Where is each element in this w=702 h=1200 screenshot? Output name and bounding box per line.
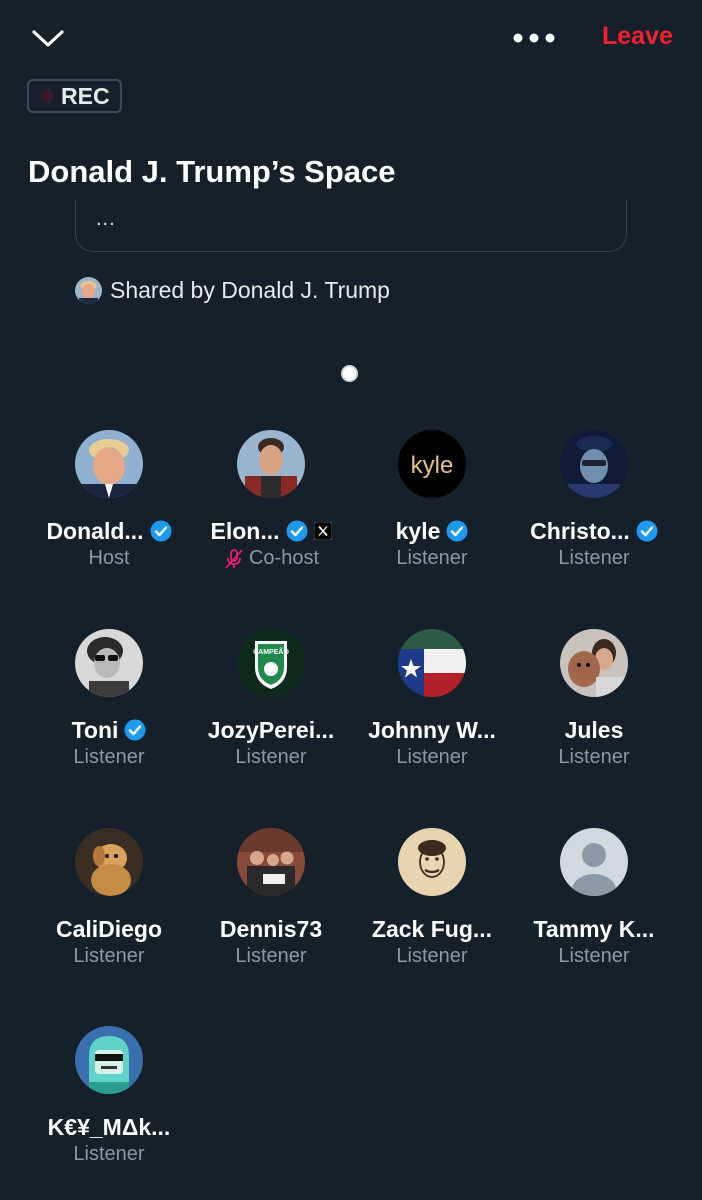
verified-badge-icon xyxy=(286,520,308,542)
rec-label: REC xyxy=(61,82,110,109)
participant-role: Listener xyxy=(73,1143,145,1165)
participant-name: Johnny W... xyxy=(368,716,496,743)
participant-role: Co-host xyxy=(248,547,320,569)
participant-name: Elon... xyxy=(210,517,280,544)
top-bar: Leave xyxy=(0,0,702,78)
participant-tile[interactable]: CAMPEÃO JozyPerei... Listener xyxy=(190,629,352,769)
participant-tile[interactable]: kyle kyle Listener xyxy=(351,430,513,570)
participant-role: Listener xyxy=(73,945,145,967)
participant-tile[interactable]: Tammy K... Listener xyxy=(513,828,675,968)
shared-by-label: Shared by Donald J. Trump xyxy=(110,277,390,303)
more-options-icon[interactable] xyxy=(508,24,560,52)
participant-name: Donald... xyxy=(46,517,144,544)
key-avatar xyxy=(75,1026,143,1094)
kyle-avatar: kyle xyxy=(398,430,466,498)
participant-name: Christo... xyxy=(530,517,630,544)
recording-badge: REC xyxy=(27,79,122,113)
participant-name: Jules xyxy=(564,716,624,743)
kyle-avatar-text: kyle xyxy=(411,452,454,479)
participant-role: Listener xyxy=(235,746,307,768)
participant-role: Listener xyxy=(396,547,468,569)
calidiego-avatar xyxy=(75,828,143,896)
participant-tile[interactable]: Donald... Host xyxy=(28,430,190,570)
x-badge-icon xyxy=(313,521,332,541)
tweet-preview-text: ... xyxy=(96,208,116,230)
participant-name: Dennis73 xyxy=(219,915,323,942)
participant-name: JozyPerei... xyxy=(207,716,335,743)
verified-badge-icon xyxy=(124,719,146,741)
participant-tile[interactable]: Johnny W... Listener xyxy=(351,629,513,769)
page-indicator-dot xyxy=(341,365,358,382)
participant-tile[interactable]: Christo... Listener xyxy=(513,430,675,570)
chevron-down-icon[interactable] xyxy=(28,22,68,56)
christo-avatar xyxy=(560,430,628,498)
participant-name: Tammy K... xyxy=(533,915,655,942)
participant-tile[interactable]: Elon... Co-host xyxy=(190,430,352,570)
jozy-avatar-text: CAMPEÃO xyxy=(253,647,289,656)
participant-role: Listener xyxy=(558,945,630,967)
participant-name: CaliDiego xyxy=(55,915,163,942)
verified-badge-icon xyxy=(150,520,172,542)
record-dot-icon xyxy=(40,89,54,103)
zack-avatar xyxy=(398,828,466,896)
participant-role: Listener xyxy=(396,945,468,967)
participant-name: Toni xyxy=(71,716,119,743)
participant-tile[interactable]: Dennis73 Listener xyxy=(190,828,352,968)
participant-role: Listener xyxy=(558,547,630,569)
dennis-avatar xyxy=(237,828,305,896)
participant-role: Listener xyxy=(396,746,468,768)
participant-role: Host xyxy=(88,547,130,569)
johnny-avatar xyxy=(398,629,466,697)
mic-muted-icon xyxy=(223,548,245,570)
toni-avatar xyxy=(75,629,143,697)
elon-avatar xyxy=(237,430,305,498)
participant-role: Listener xyxy=(235,945,307,967)
jozy-avatar: CAMPEÃO xyxy=(237,629,305,697)
leave-button[interactable]: Leave xyxy=(602,22,673,51)
participant-name: kyle xyxy=(395,517,441,544)
default-avatar xyxy=(560,828,628,896)
participant-tile[interactable]: Jules Listener xyxy=(513,629,675,769)
pinned-tweet-card[interactable]: ... xyxy=(75,200,627,252)
trump-small-avatar xyxy=(75,277,102,304)
verified-badge-icon xyxy=(446,520,468,542)
participant-tile[interactable]: Toni Listener xyxy=(28,629,190,769)
jules-avatar xyxy=(560,629,628,697)
verified-badge-icon xyxy=(636,520,658,542)
participant-tile[interactable]: K€¥_MΔk... Listener xyxy=(28,1026,190,1166)
participant-tile[interactable]: Zack Fug... Listener xyxy=(351,828,513,968)
participant-name: K€¥_MΔk... xyxy=(47,1113,171,1140)
participant-role: Listener xyxy=(73,746,145,768)
participant-tile[interactable]: CaliDiego Listener xyxy=(28,828,190,968)
shared-by-row: Shared by Donald J. Trump xyxy=(75,277,390,304)
trump-avatar xyxy=(75,430,143,498)
participant-name: Zack Fug... xyxy=(371,915,493,942)
participant-role: Listener xyxy=(558,746,630,768)
space-title: Donald J. Trump’s Space xyxy=(28,154,396,189)
